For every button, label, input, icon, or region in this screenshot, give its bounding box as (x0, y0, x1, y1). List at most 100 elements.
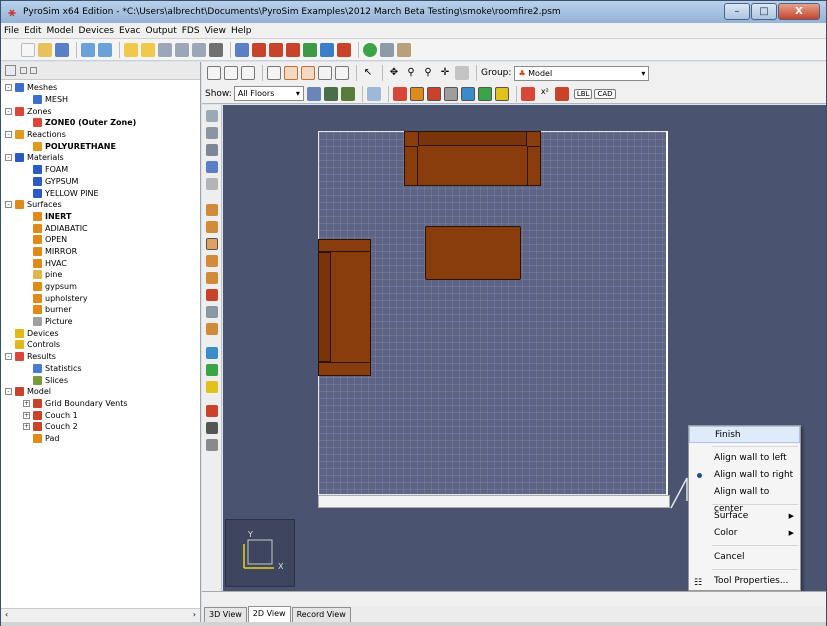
zoom-icon[interactable]: ⚲ (404, 66, 418, 80)
view-side-icon[interactable] (301, 66, 315, 80)
expand-toggle-icon[interactable]: + (23, 411, 30, 419)
tree-item[interactable]: HVAC (1, 257, 200, 269)
align-center-menu-item[interactable]: Align wall to center (689, 484, 800, 514)
sprinkler-tool-icon[interactable] (205, 364, 218, 376)
export-icon[interactable] (98, 42, 112, 57)
hvac-display-icon[interactable] (477, 86, 492, 101)
couch-1-arm-left[interactable] (404, 146, 418, 186)
expand-toggle-icon[interactable]: - (5, 84, 12, 92)
redo-icon[interactable] (141, 42, 155, 57)
floor-tool-icon[interactable] (205, 221, 218, 233)
tree-item[interactable]: + Couch 2 (1, 421, 200, 433)
menu-file[interactable]: File (4, 26, 19, 36)
tree-item[interactable]: upholstery (1, 292, 200, 304)
hole-display-icon[interactable] (443, 86, 458, 101)
menu-output[interactable]: Output (145, 26, 176, 36)
hvac-icon[interactable] (320, 42, 334, 57)
tree-item[interactable]: ZONE0 (Outer Zone) (1, 117, 200, 129)
mesh-display-icon[interactable] (366, 86, 381, 101)
tree-item[interactable]: OPEN (1, 234, 200, 246)
door-tool-icon[interactable] (205, 306, 218, 318)
tree-item[interactable]: - Results (1, 351, 200, 363)
scroll-left-arrow-icon[interactable]: ‹ (5, 610, 8, 619)
align-right-menu-item[interactable]: Align wall to right (689, 467, 800, 484)
tree-item[interactable]: ADIABATIC (1, 222, 200, 234)
run-icon[interactable] (363, 42, 377, 57)
background-image-icon[interactable] (323, 86, 338, 101)
block-tool-icon[interactable] (205, 255, 218, 267)
paste-icon[interactable] (192, 42, 206, 57)
tree-item[interactable]: + Couch 1 (1, 409, 200, 421)
mesh-icon[interactable] (235, 42, 249, 57)
tab-3d-view[interactable]: 3D View (204, 607, 247, 622)
tree-item[interactable]: - Surfaces (1, 199, 200, 211)
coordinate-icon[interactable]: x² (538, 87, 552, 101)
cad-toggle[interactable]: CAD (594, 88, 616, 99)
hole-tool-icon[interactable] (205, 289, 218, 301)
tree-item[interactable]: FOAM (1, 164, 200, 176)
wall-tool-icon[interactable] (205, 238, 218, 250)
select-arrow-icon[interactable]: ↖ (361, 66, 375, 80)
expand-toggle-icon[interactable]: - (5, 154, 12, 162)
expand-toggle-icon[interactable]: - (5, 201, 12, 209)
menu-devices[interactable]: Devices (79, 26, 114, 36)
grid-icon[interactable] (455, 66, 469, 80)
eyedropper-tool-icon[interactable] (205, 422, 218, 434)
wall-being-drawn[interactable] (318, 495, 670, 508)
tree-item[interactable]: Picture (1, 316, 200, 328)
thermocouple-tool-icon[interactable] (205, 347, 218, 359)
snap-icon[interactable]: ✛ (438, 66, 452, 80)
couch-2-back[interactable] (318, 252, 331, 362)
delete-icon[interactable] (209, 42, 223, 57)
grid-tool-icon[interactable] (205, 178, 218, 190)
tab-2d-view[interactable]: 2D View (247, 606, 291, 622)
slice-display-icon[interactable] (554, 86, 569, 101)
view-front-icon[interactable] (284, 66, 298, 80)
surface-menu-item[interactable]: Surface ▶ (689, 508, 800, 525)
window-tool-icon[interactable] (205, 323, 218, 335)
undo-icon[interactable] (124, 42, 138, 57)
new-file-icon[interactable] (21, 42, 35, 57)
tree-item[interactable]: Devices (1, 327, 200, 339)
view-top-icon[interactable] (267, 66, 281, 80)
tree-item[interactable]: - Meshes (1, 82, 200, 94)
paint-tool-icon[interactable] (205, 405, 218, 417)
pan-tool-icon[interactable] (205, 110, 218, 122)
tree-item[interactable]: MIRROR (1, 246, 200, 258)
tree-item[interactable]: GYPSUM (1, 176, 200, 188)
import-icon[interactable] (81, 42, 95, 57)
vent-display-icon[interactable] (426, 86, 441, 101)
expand-toggle-icon[interactable]: - (5, 131, 12, 139)
tree-item[interactable]: Pad (1, 433, 200, 445)
room-tool-icon[interactable] (205, 272, 218, 284)
tree-item[interactable]: INERT (1, 211, 200, 223)
filter-icon[interactable] (5, 65, 16, 76)
tool-properties-icon[interactable] (205, 439, 218, 451)
expand-toggle-icon[interactable]: + (23, 399, 30, 407)
labels-toggle[interactable]: LBL (573, 88, 593, 99)
couch-1-back[interactable] (418, 131, 527, 146)
device-display-icon[interactable] (460, 86, 475, 101)
tree-item[interactable]: YELLOW PINE (1, 187, 200, 199)
minimize-button[interactable]: – (724, 3, 750, 20)
device-icon[interactable] (303, 42, 317, 57)
tree-item[interactable]: Slices (1, 374, 200, 386)
expand-toggle-icon[interactable]: - (5, 107, 12, 115)
menu-edit[interactable]: Edit (24, 26, 41, 36)
tree-item[interactable]: - Materials (1, 152, 200, 164)
zoom-box-icon[interactable]: ⚲ (421, 66, 435, 80)
menu-model[interactable]: Model (47, 26, 74, 36)
tree-item[interactable]: - Zones (1, 105, 200, 117)
menu-help[interactable]: Help (231, 26, 252, 36)
pencil-icon[interactable] (392, 86, 407, 101)
couch-1-arm-right[interactable] (527, 146, 541, 186)
tree-item[interactable]: MESH (1, 94, 200, 106)
slab-tool-icon[interactable] (205, 204, 218, 216)
tree-horizontal-scrollbar[interactable]: ‹ › (1, 608, 200, 622)
view-back-icon[interactable] (318, 66, 332, 80)
scroll-right-arrow-icon[interactable]: › (193, 610, 196, 619)
menu-view[interactable]: View (205, 26, 226, 36)
expand-toggle-icon[interactable]: + (23, 423, 30, 431)
tab-record-view[interactable]: Record View (291, 607, 351, 622)
floor-select[interactable]: All Floors ▾ (233, 86, 304, 101)
